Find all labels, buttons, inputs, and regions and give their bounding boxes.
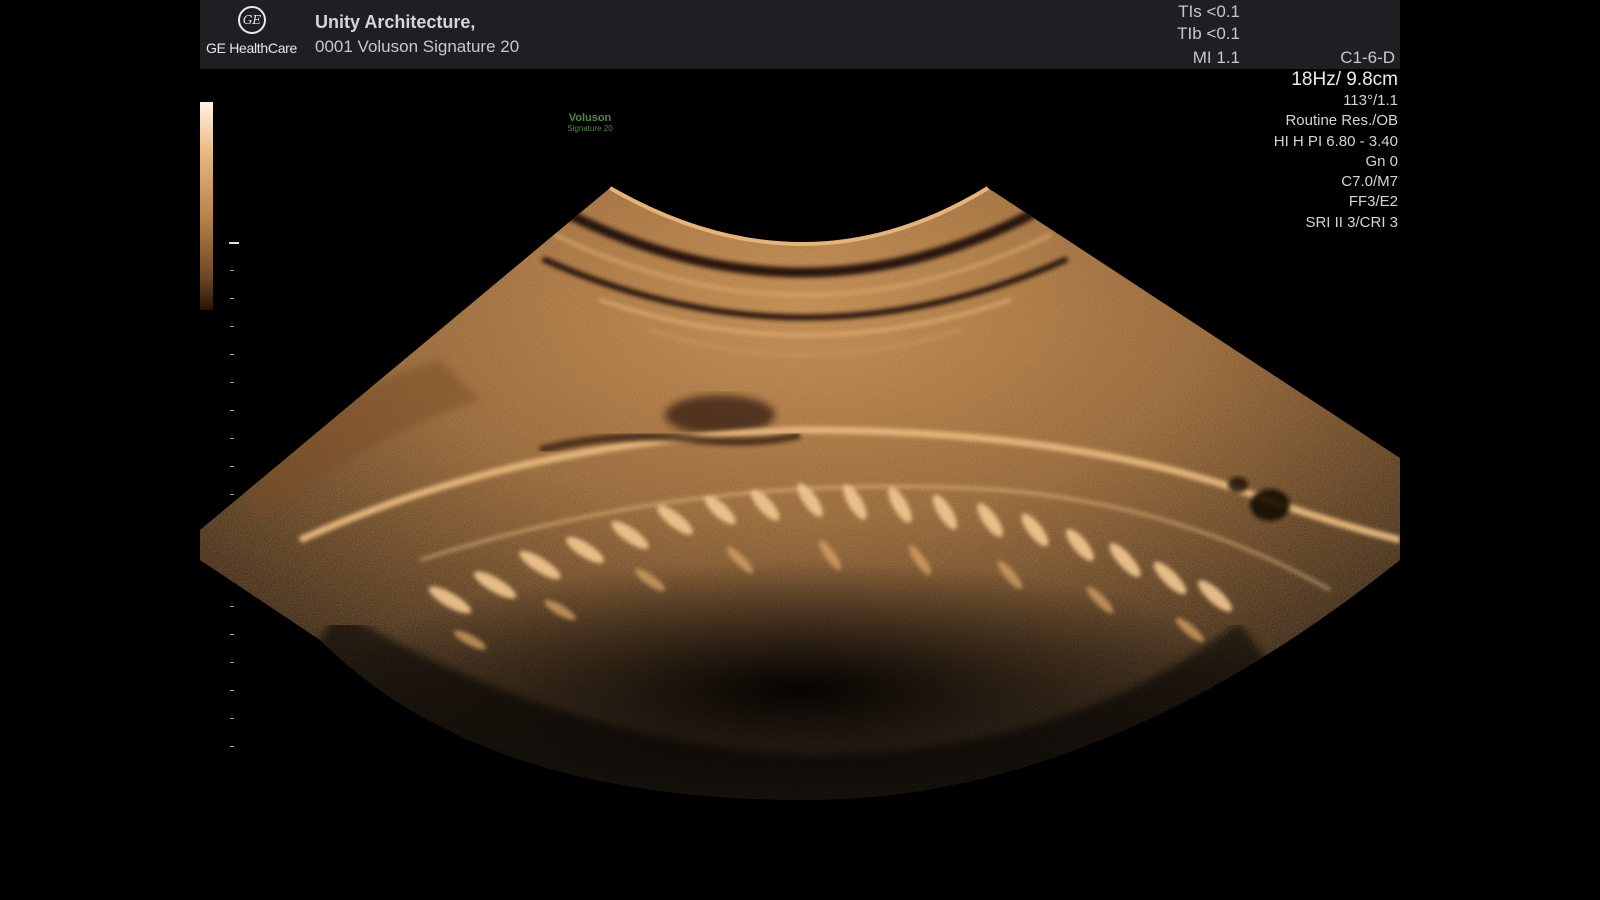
ultrasound-image (200, 186, 1400, 800)
cystic-structure (1250, 489, 1290, 521)
cystic-structure-small (1228, 477, 1248, 493)
sector-scan (200, 188, 1400, 800)
